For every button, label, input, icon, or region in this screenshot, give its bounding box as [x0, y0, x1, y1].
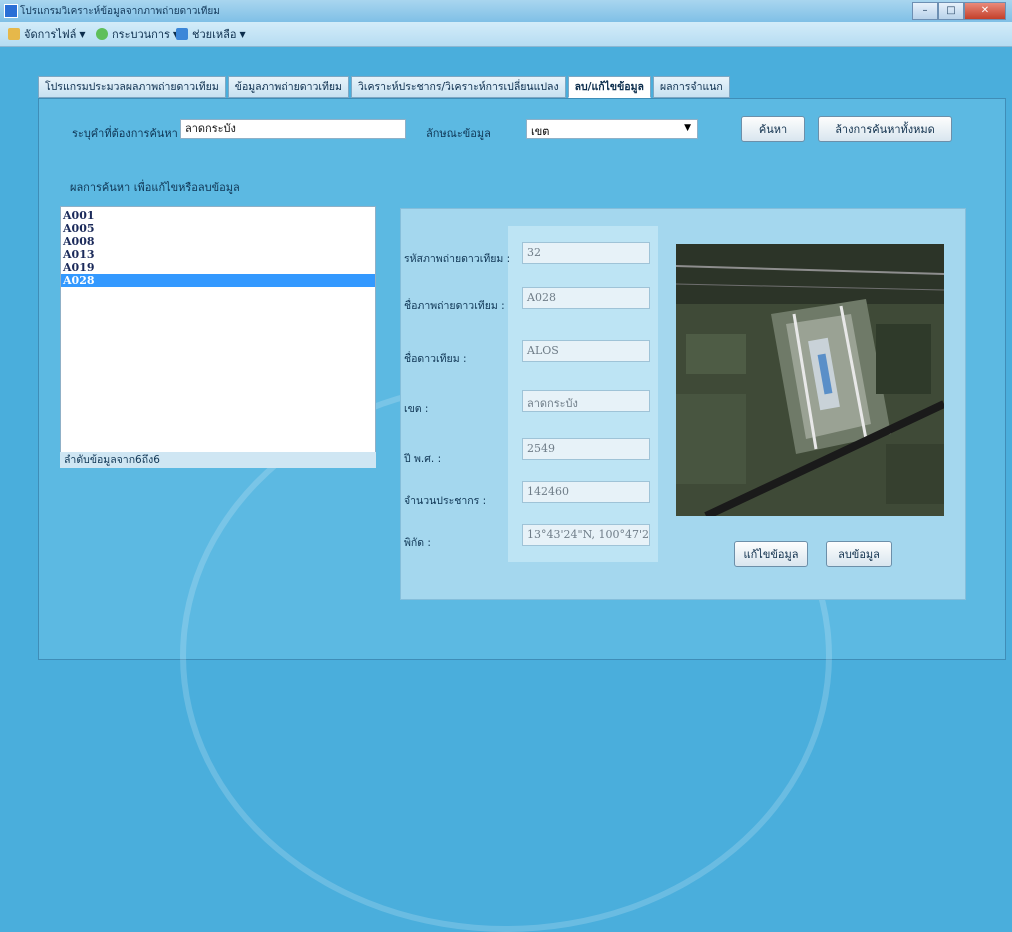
field-label-year: ปี พ.ศ. :	[404, 453, 442, 465]
list-item[interactable]: A005	[61, 222, 375, 235]
satellite-image	[676, 244, 944, 516]
field-label-coordinates: พิกัด :	[404, 537, 431, 549]
field-year[interactable]: 2549	[522, 438, 650, 460]
list-item-selected[interactable]: A028	[61, 274, 375, 287]
process-icon	[96, 28, 108, 40]
field-label-population: จำนวนประชากร :	[404, 495, 487, 507]
chevron-down-icon: ▼	[684, 123, 691, 133]
keyword-label: ระบุคำที่ต้องการค้นหา	[72, 127, 178, 140]
help-icon	[176, 28, 188, 40]
type-select[interactable]: เขต ▼	[526, 119, 698, 139]
title-bar: โปรแกรมวิเคราะห์ข้อมูลจากภาพถ่ายดาวเทียม…	[0, 0, 1012, 22]
list-item[interactable]: A008	[61, 235, 375, 248]
results-list[interactable]: A001 A005 A008 A013 A019 A028	[60, 206, 376, 454]
field-label-image-name: ชื่อภาพถ่ายดาวเทียม :	[404, 300, 505, 312]
window-title: โปรแกรมวิเคราะห์ข้อมูลจากภาพถ่ายดาวเทียม	[20, 6, 220, 17]
chevron-down-icon: ▼	[239, 29, 246, 39]
chevron-down-icon: ▼	[79, 29, 86, 39]
list-item[interactable]: A001	[61, 209, 375, 222]
edit-button[interactable]: แก้ไขข้อมูล	[734, 541, 808, 567]
list-item[interactable]: A019	[61, 261, 375, 274]
menu-bar: จัดการไฟล์ ▼ กระบวนการ ▼ ช่วยเหลือ ▼	[0, 22, 1012, 47]
field-label-satellite: ชื่อดาวเทียม :	[404, 353, 467, 365]
menu-file-label: จัดการไฟล์	[24, 28, 77, 41]
app-icon	[4, 4, 18, 18]
maximize-icon[interactable]: □	[938, 2, 964, 20]
field-image-name[interactable]: A028	[522, 287, 650, 309]
keyword-input[interactable]: ลาดกระบัง	[180, 119, 406, 139]
field-label-image-id: รหัสภาพถ่ายดาวเทียม :	[404, 253, 511, 265]
search-button[interactable]: ค้นหา	[741, 116, 805, 142]
tab-strip: โปรแกรมประมวลผลภาพถ่ายดาวเทียม ข้อมูลภาพ…	[38, 76, 732, 98]
folder-icon	[8, 28, 20, 40]
tab-analysis[interactable]: วิเคราะห์ประชากร/วิเคราะห์การเปลี่ยนแปลง	[350, 76, 566, 98]
menu-process-label: กระบวนการ	[112, 28, 170, 41]
type-select-value: เขต	[531, 125, 550, 138]
field-image-id[interactable]: 32	[522, 242, 650, 264]
satellite-image-graphic	[676, 244, 944, 516]
menu-help-label: ช่วยเหลือ	[192, 28, 237, 41]
field-satellite[interactable]: ALOS	[522, 340, 650, 362]
menu-help[interactable]: ช่วยเหลือ ▼	[176, 26, 246, 42]
window-controls: – □ ✕	[912, 2, 1006, 20]
clear-search-button[interactable]: ล้างการค้นหาทั้งหมด	[818, 116, 952, 142]
delete-button[interactable]: ลบข้อมูล	[826, 541, 892, 567]
field-population[interactable]: 142460	[522, 481, 650, 503]
close-icon[interactable]: ✕	[964, 2, 1006, 20]
tab-edit-delete[interactable]: ลบ/แก้ไขข้อมูล	[567, 76, 651, 98]
field-district[interactable]: ลาดกระบัง	[522, 390, 650, 412]
menu-file[interactable]: จัดการไฟล์ ▼	[8, 26, 86, 42]
tab-classification[interactable]: ผลการจำแนก	[652, 76, 730, 98]
menu-process[interactable]: กระบวนการ ▼	[96, 26, 179, 42]
field-label-district: เขต :	[404, 403, 429, 415]
list-item[interactable]: A013	[61, 248, 375, 261]
tab-processing[interactable]: โปรแกรมประมวลผลภาพถ่ายดาวเทียม	[38, 76, 226, 98]
results-status: ลำดับข้อมูลจาก6ถึง6	[60, 452, 376, 468]
minimize-icon[interactable]: –	[912, 2, 938, 20]
results-heading: ผลการค้นหา เพื่อแก้ไขหรือลบข้อมูล	[70, 181, 240, 194]
type-label: ลักษณะข้อมูล	[426, 127, 491, 140]
field-coordinates[interactable]: 13°43'24"N, 100°47'2	[522, 524, 650, 546]
tab-image-data[interactable]: ข้อมูลภาพถ่ายดาวเทียม	[227, 76, 349, 98]
